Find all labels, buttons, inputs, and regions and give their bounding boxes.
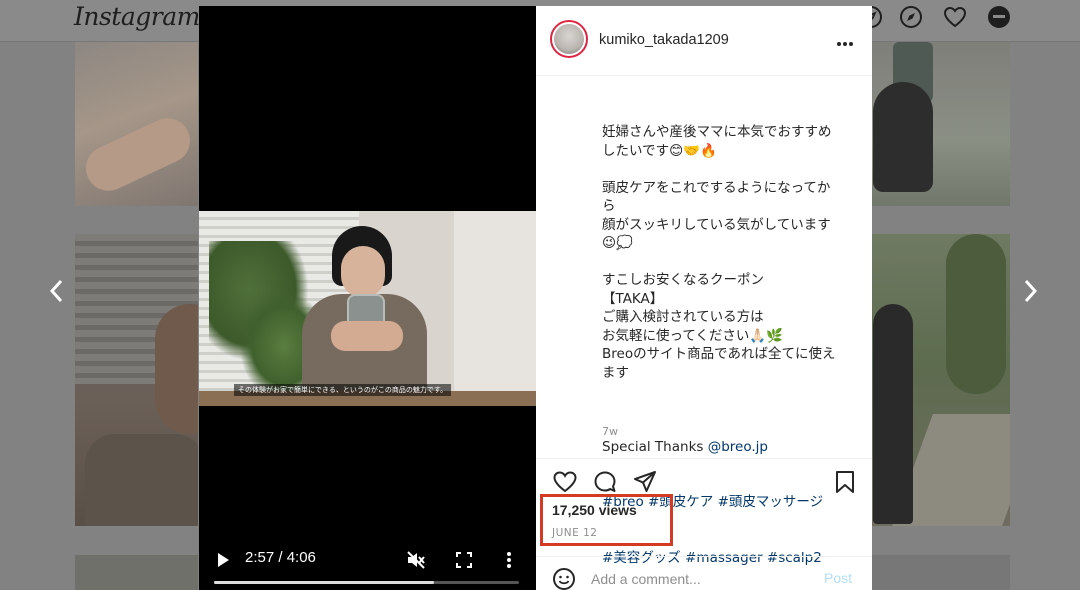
thanks-prefix: Special Thanks <box>602 438 708 455</box>
comment-bar: Post <box>536 556 872 590</box>
caption-line: お気軽に使ってください🙏🏻🌿 <box>602 327 784 344</box>
explore-compass-icon[interactable] <box>898 4 924 30</box>
comment-icon[interactable] <box>592 469 618 495</box>
caption-line: すこしお安くなるクーポン <box>602 272 764 288</box>
profile-icon[interactable] <box>986 4 1012 30</box>
caption-line: ます <box>602 364 629 381</box>
caption-line: したいです😊🤝🔥 <box>602 142 717 159</box>
previous-post-arrow-icon[interactable] <box>45 276 69 306</box>
video-progress-fill <box>214 581 434 584</box>
post-age[interactable]: 7w <box>602 425 618 438</box>
caption-text: 妊婦さんや産後ママに本気でおすすめ したいです😊🤝🔥 頭皮ケアをこれでするようにな… <box>602 123 852 401</box>
next-post-arrow-icon[interactable] <box>1018 276 1042 306</box>
caption-line: ご購入検討されている方は <box>602 309 764 325</box>
caption-line <box>602 160 852 179</box>
post-header: kumiko_takada1209 <box>536 6 872 76</box>
mute-icon[interactable] <box>405 549 427 571</box>
special-thanks-line: Special Thanks @breo.jp <box>602 438 852 457</box>
caption-line <box>602 253 852 272</box>
post-modal: その体験がお家で簡単にできる、というのがこの商品の魅力です。 2:57 / 4:… <box>199 6 872 590</box>
post-comment-button[interactable]: Post <box>824 570 852 586</box>
caption-line: 😉💭 <box>602 235 633 251</box>
share-icon[interactable] <box>632 469 658 495</box>
caption-line: Breoのサイト商品であれば全てに使え <box>602 346 836 362</box>
feed-thumbnail[interactable] <box>871 42 1010 206</box>
video-controls: 2:57 / 4:06 <box>199 546 536 576</box>
video-more-icon[interactable] <box>502 549 516 571</box>
more-options-icon[interactable] <box>836 34 854 46</box>
comment-input[interactable] <box>591 568 811 590</box>
caption-line: 妊婦さんや産後ママに本気でおすすめ <box>602 124 832 140</box>
username[interactable]: kumiko_takada1209 <box>599 32 729 48</box>
caption-line: 【TAKA】 <box>602 290 664 307</box>
video-frame[interactable]: その体験がお家で簡単にできる、というのがこの商品の魅力です。 <box>199 211 536 406</box>
feed-thumbnail[interactable] <box>75 42 198 206</box>
feed-thumbnail[interactable] <box>871 555 1010 590</box>
caption-line: 顔がスッキリしている気がしています <box>602 216 831 233</box>
post-details-panel: kumiko_takada1209 妊婦さんや産後ママに本気でおすすめ したいです… <box>536 6 872 590</box>
save-bookmark-icon[interactable] <box>832 469 858 495</box>
fullscreen-icon[interactable] <box>453 549 475 571</box>
feed-thumbnail[interactable] <box>75 234 198 526</box>
emoji-icon[interactable] <box>552 567 576 590</box>
like-heart-icon[interactable] <box>552 469 578 495</box>
video-player[interactable]: その体験がお家で簡単にできる、というのがこの商品の魅力です。 2:57 / 4:… <box>199 6 536 590</box>
video-time: 2:57 / 4:06 <box>245 549 316 566</box>
instagram-logo[interactable]: Instagram <box>74 2 200 31</box>
caption-line: 頭皮ケアをこれでするようになってか <box>602 179 831 196</box>
heart-icon[interactable] <box>942 4 968 30</box>
feed-thumbnail[interactable] <box>871 234 1010 526</box>
video-subtitle: その体験がお家で簡単にできる、というのがこの商品の魅力です。 <box>234 384 452 396</box>
caption-line <box>602 382 852 401</box>
mention-link[interactable]: @breo.jp <box>708 439 768 455</box>
highlight-box <box>540 494 673 546</box>
post-actions <box>536 458 872 498</box>
video-progress-bar[interactable] <box>214 581 519 584</box>
caption-line: ら <box>602 198 616 214</box>
feed-thumbnail[interactable] <box>75 555 198 590</box>
avatar[interactable] <box>550 20 588 58</box>
play-icon[interactable] <box>214 550 232 570</box>
